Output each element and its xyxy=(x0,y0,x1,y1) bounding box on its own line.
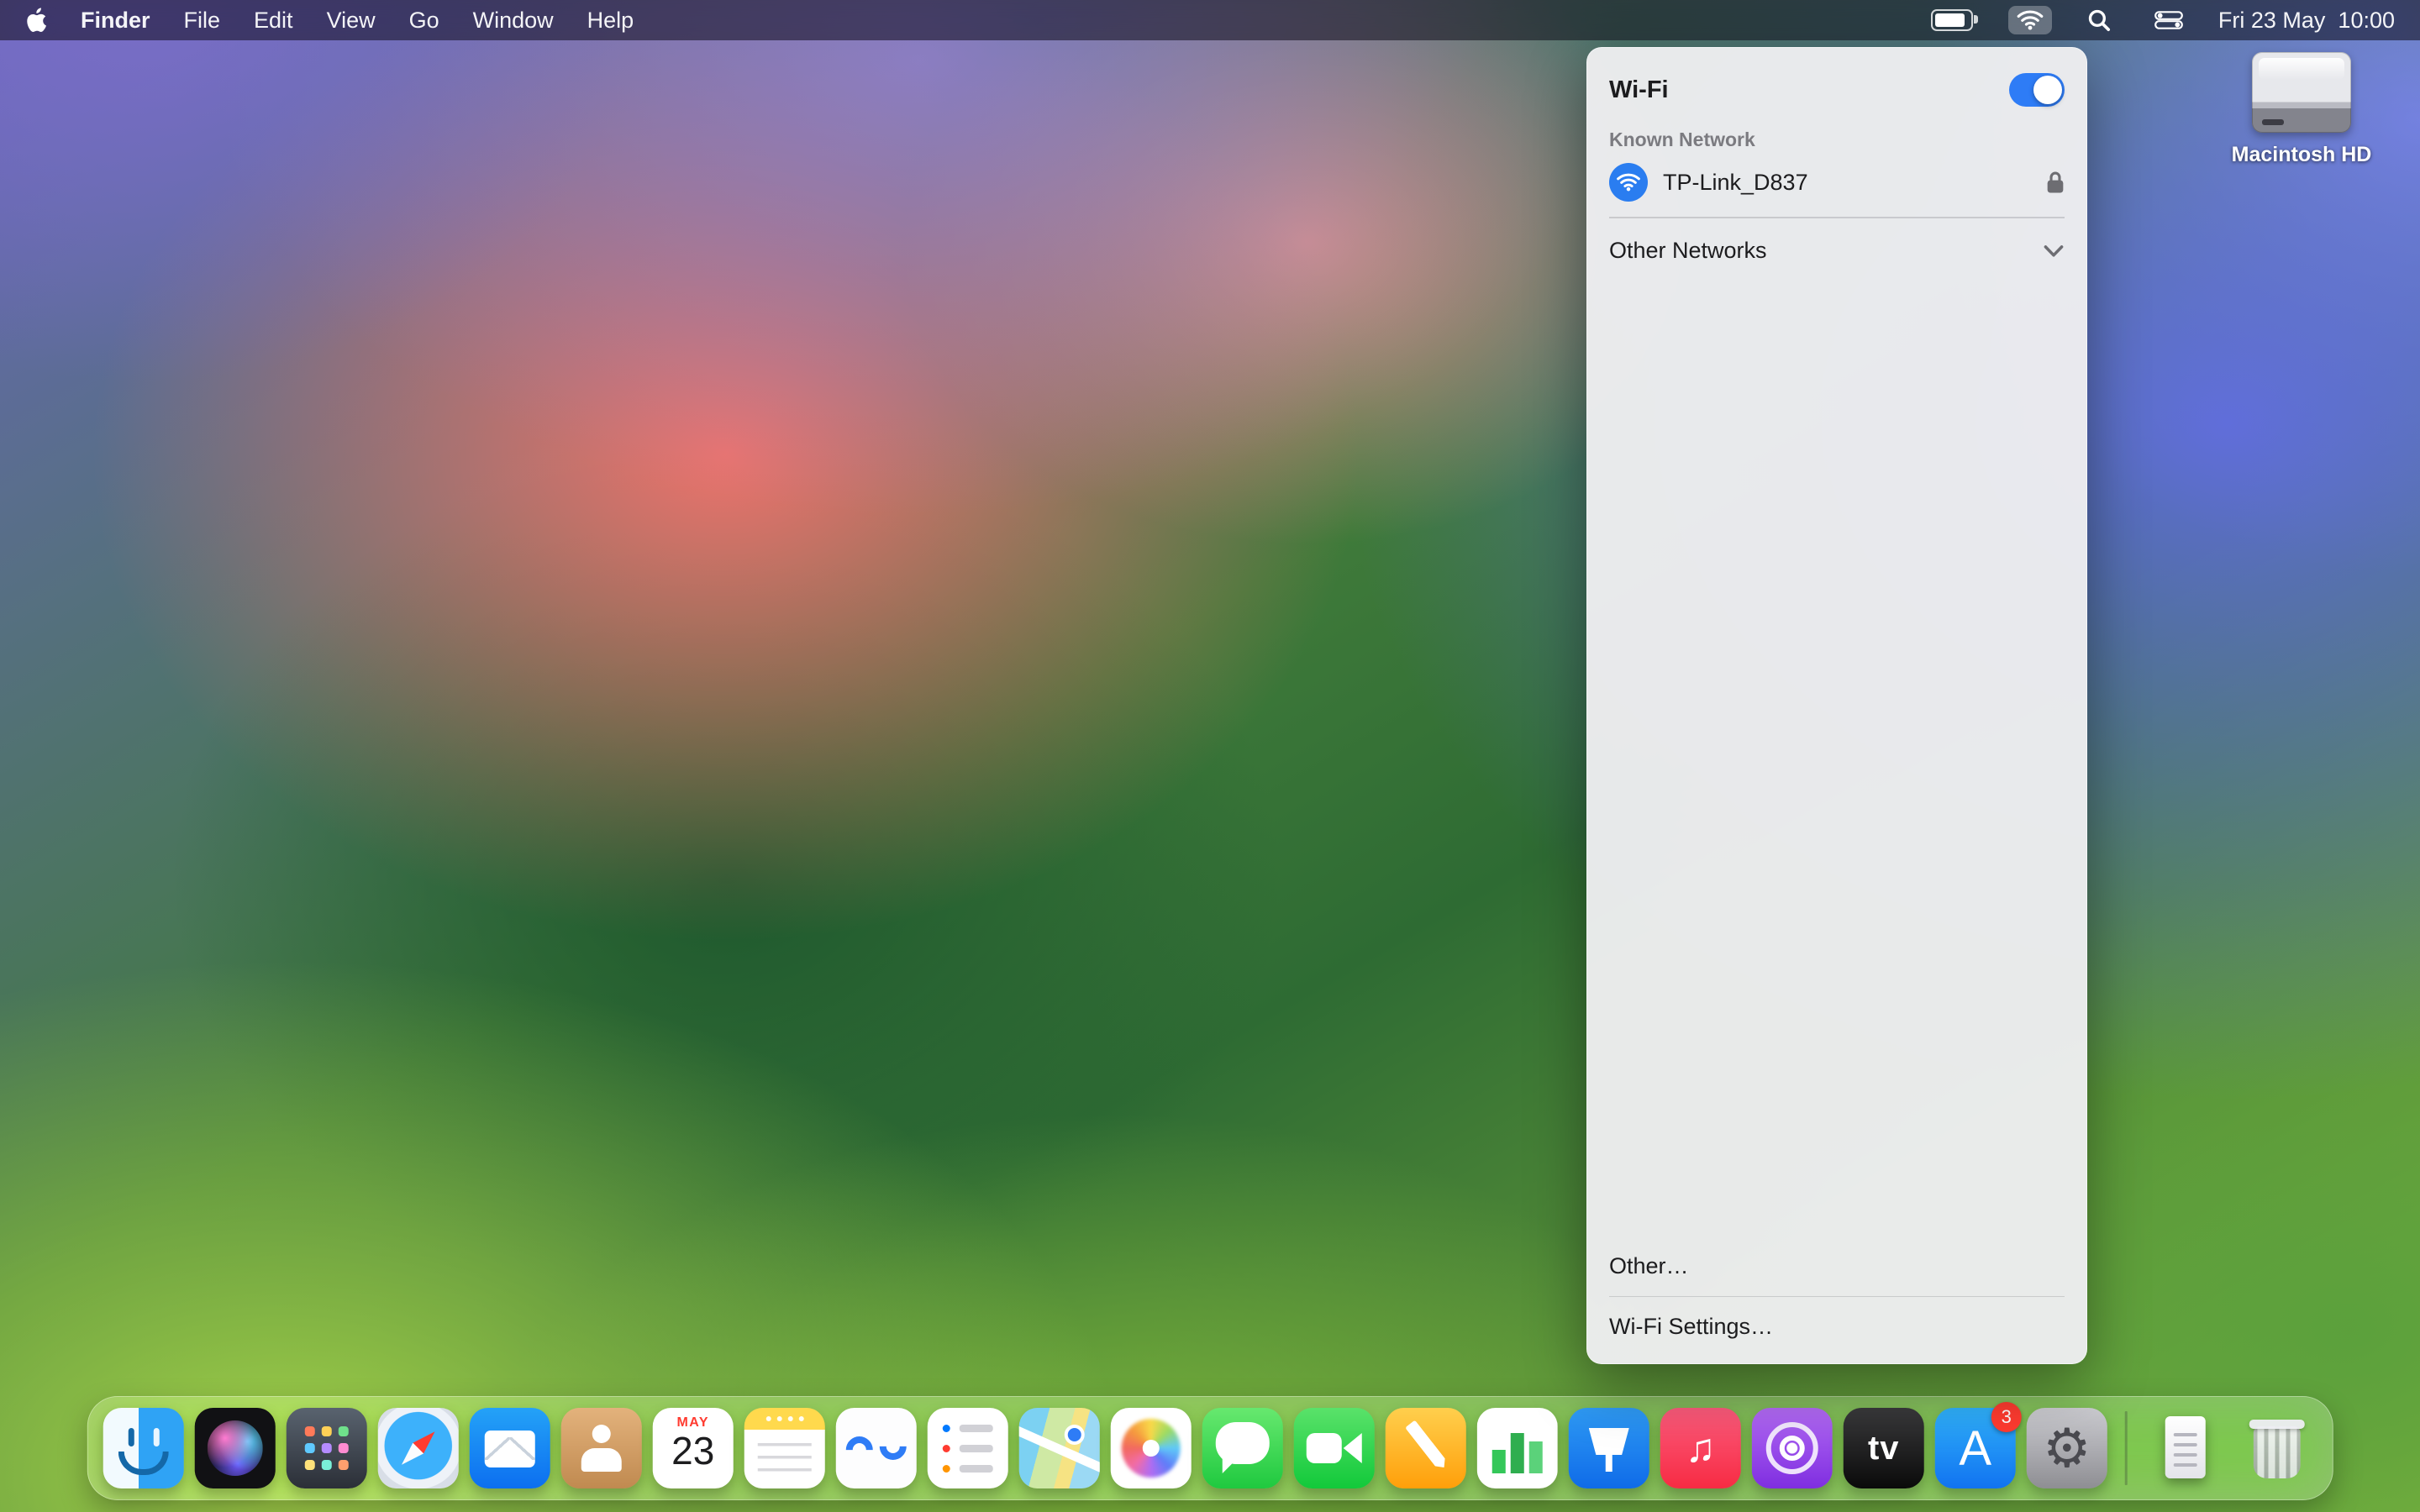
menu-view[interactable]: View xyxy=(327,8,376,34)
dock-mail[interactable] xyxy=(470,1408,550,1488)
keynote-icon xyxy=(1569,1408,1649,1488)
divider xyxy=(1609,217,2065,218)
maps-icon xyxy=(1019,1408,1100,1488)
messages-icon xyxy=(1202,1408,1283,1488)
menu-file[interactable]: File xyxy=(184,8,221,34)
tv-icon: tv xyxy=(1844,1408,1924,1488)
finder-icon xyxy=(103,1408,184,1488)
wifi-icon[interactable] xyxy=(2008,6,2052,34)
chevron-down-icon xyxy=(2043,244,2065,258)
facetime-icon xyxy=(1294,1408,1375,1488)
numbers-icon xyxy=(1477,1408,1558,1488)
music-icon: ♫ xyxy=(1660,1408,1741,1488)
safari-icon xyxy=(378,1408,459,1488)
music-glyph: ♫ xyxy=(1660,1408,1741,1488)
dock-documents[interactable] xyxy=(2144,1408,2225,1488)
siri-icon xyxy=(195,1408,276,1488)
spotlight-search-icon[interactable] xyxy=(2079,4,2119,36)
dock-launchpad[interactable] xyxy=(287,1408,367,1488)
wifi-panel-header: Wi-Fi xyxy=(1609,65,2065,115)
dock-tv[interactable]: tv xyxy=(1844,1408,1924,1488)
freeform-icon xyxy=(836,1408,917,1488)
macintosh-hd[interactable]: Macintosh HD xyxy=(2230,52,2373,167)
podcasts-icon xyxy=(1752,1408,1833,1488)
dock-settings[interactable]: ⚙ xyxy=(2027,1408,2107,1488)
hard-drive-icon xyxy=(2252,52,2351,133)
mail-icon xyxy=(470,1408,550,1488)
dock-facetime[interactable] xyxy=(1294,1408,1375,1488)
contacts-icon xyxy=(561,1408,642,1488)
wifi-toggle[interactable] xyxy=(2009,73,2065,107)
wifi-panel: Wi-Fi Known Network TP-Link_D837 Other N… xyxy=(1586,47,2087,1364)
wifi-signal-icon xyxy=(1609,163,1648,202)
dock-keynote[interactable] xyxy=(1569,1408,1649,1488)
panel-spacer xyxy=(1609,277,2065,1243)
calendar-day: 23 xyxy=(653,1428,734,1473)
dock-photos[interactable] xyxy=(1111,1408,1192,1488)
dock-pages[interactable] xyxy=(1386,1408,1466,1488)
dock-safari[interactable] xyxy=(378,1408,459,1488)
menu-help[interactable]: Help xyxy=(587,8,634,34)
pages-icon xyxy=(1386,1408,1466,1488)
lock-icon xyxy=(2046,171,2065,194)
apple-menu-icon[interactable] xyxy=(25,8,47,33)
menu-go[interactable]: Go xyxy=(409,8,439,34)
notification-badge: 3 xyxy=(1991,1402,2022,1432)
dock-calendar[interactable]: MAY23 xyxy=(653,1408,734,1488)
other-networks-row[interactable]: Other Networks xyxy=(1609,225,2065,277)
tv-glyph: tv xyxy=(1844,1408,1924,1488)
hard-drive-label: Macintosh HD xyxy=(2232,143,2372,167)
dock-siri[interactable] xyxy=(195,1408,276,1488)
menu-items: File Edit View Go Window Help xyxy=(184,8,634,34)
reminders-icon xyxy=(928,1408,1008,1488)
battery-icon[interactable] xyxy=(1923,5,1981,35)
documents-icon xyxy=(2144,1408,2225,1488)
wifi-title: Wi-Fi xyxy=(1609,76,1669,104)
dock-contacts[interactable] xyxy=(561,1408,642,1488)
dock-music[interactable]: ♫ xyxy=(1660,1408,1741,1488)
network-name: TP-Link_D837 xyxy=(1663,170,2031,196)
menu-window[interactable]: Window xyxy=(473,8,554,34)
menu-edit[interactable]: Edit xyxy=(254,8,293,34)
launchpad-icon xyxy=(287,1408,367,1488)
control-center-icon[interactable] xyxy=(2146,6,2191,34)
known-network-header: Known Network xyxy=(1609,129,2065,151)
divider xyxy=(1609,1296,2065,1298)
dock-maps[interactable] xyxy=(1019,1408,1100,1488)
dock-trash[interactable] xyxy=(2236,1408,2317,1488)
network-row[interactable]: TP-Link_D837 xyxy=(1609,155,2065,210)
trash-icon xyxy=(2236,1408,2317,1488)
dock-appstore[interactable]: A3 xyxy=(1935,1408,2016,1488)
dock-freeform[interactable] xyxy=(836,1408,917,1488)
menu-bar: Finder File Edit View Go Window Help Fri 23 M… xyxy=(0,0,2420,40)
other-networks-label: Other Networks xyxy=(1609,238,1767,264)
dock-reminders[interactable] xyxy=(928,1408,1008,1488)
dock-separator xyxy=(2125,1411,2128,1485)
menu-bar-status: Fri 23 May 10:00 xyxy=(1923,4,2395,36)
dock-numbers[interactable] xyxy=(1477,1408,1558,1488)
menu-bar-left: Finder File Edit View Go Window Help xyxy=(25,8,634,34)
photos-icon xyxy=(1111,1408,1192,1488)
app-menu-finder[interactable]: Finder xyxy=(81,8,150,34)
menu-bar-clock[interactable]: Fri 23 May 10:00 xyxy=(2218,8,2395,34)
dock-podcasts[interactable] xyxy=(1752,1408,1833,1488)
calendar-icon: MAY23 xyxy=(653,1408,734,1488)
dock: MAY23 ♫ tvA3⚙ xyxy=(87,1396,2333,1500)
dock-finder[interactable] xyxy=(103,1408,184,1488)
settings-glyph: ⚙ xyxy=(2027,1408,2107,1488)
other-button[interactable]: Other… xyxy=(1609,1243,2065,1289)
notes-icon xyxy=(744,1408,825,1488)
dock-messages[interactable] xyxy=(1202,1408,1283,1488)
wifi-settings-button[interactable]: Wi-Fi Settings… xyxy=(1609,1304,2065,1350)
dock-notes[interactable] xyxy=(744,1408,825,1488)
settings-icon: ⚙ xyxy=(2027,1408,2107,1488)
